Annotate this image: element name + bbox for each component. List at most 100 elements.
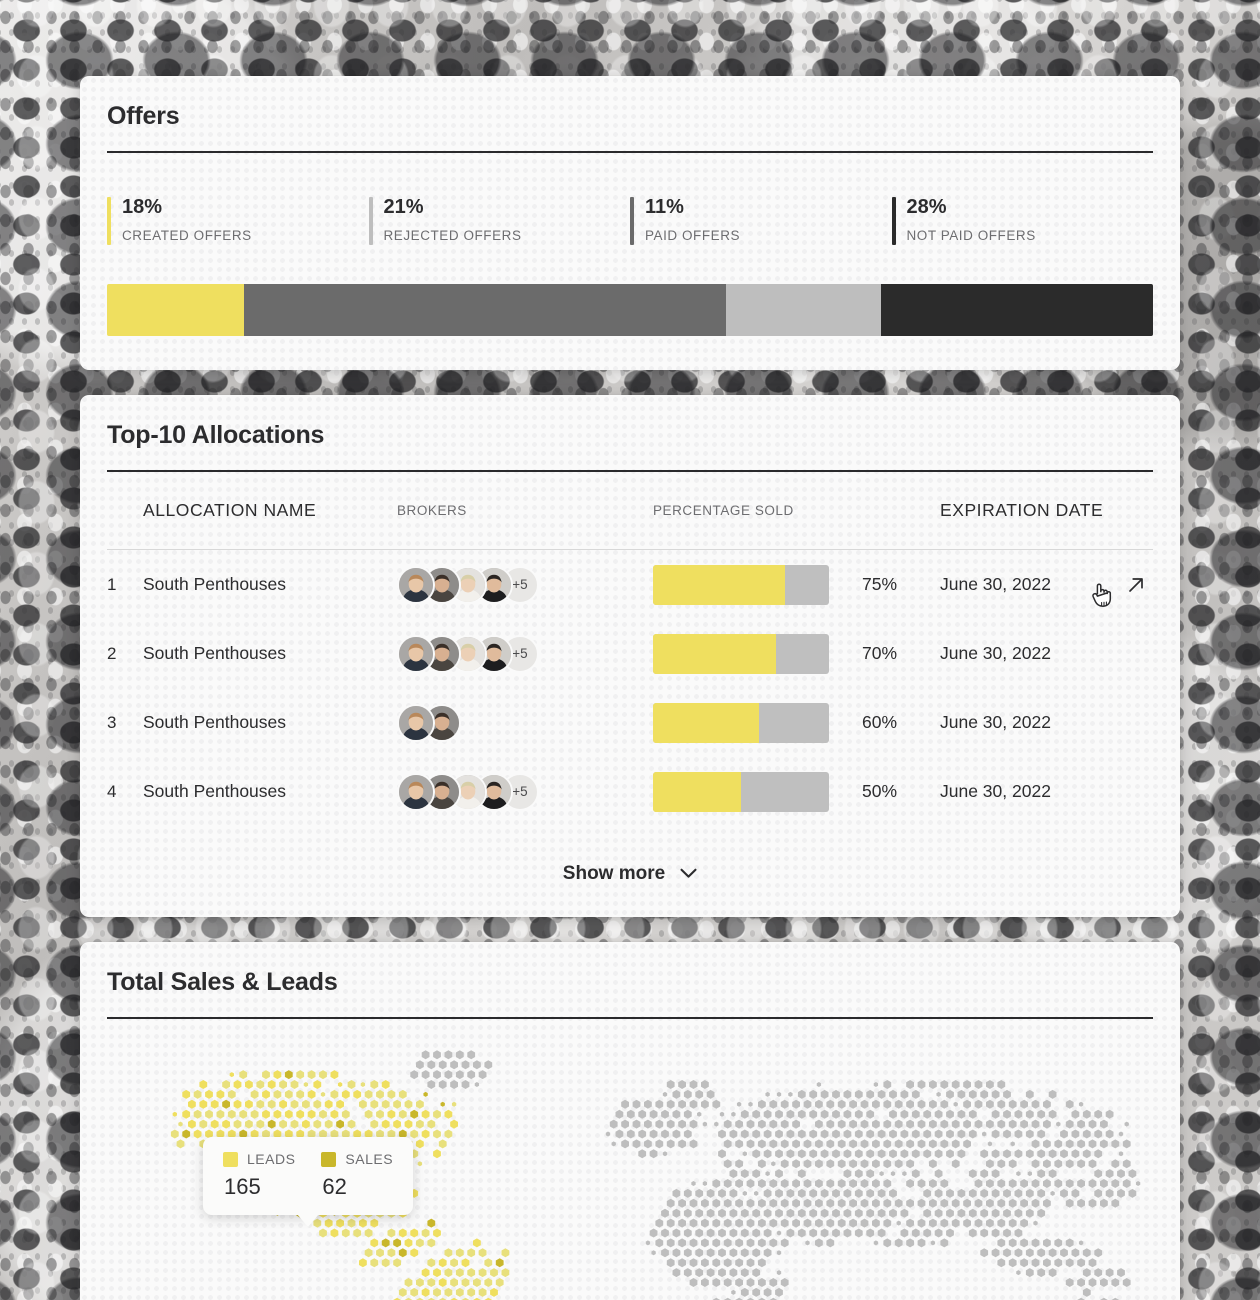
avatar: [397, 634, 435, 673]
stat-value-paid: 11%: [645, 196, 684, 218]
map-card-title: Total Sales & Leads: [107, 968, 338, 996]
chevron-down-icon: [680, 863, 697, 885]
stat-paid-offers: 11% PAID OFFERS: [630, 195, 892, 245]
percentage-sold-bar: [653, 564, 829, 605]
row-brokers: [397, 703, 653, 742]
tooltip-leads-value: 165: [224, 1174, 261, 1199]
show-more-wrap: Show more: [107, 826, 1153, 917]
row-expiration-date: June 30, 2022: [940, 781, 1051, 801]
row-allocation-name: South Penthouses: [143, 712, 287, 732]
open-allocation-arrow-icon[interactable]: [1125, 574, 1147, 596]
allocations-rows: 1 South Penthouses +5 75% June 30, 2022 2 Sout…: [107, 550, 1153, 826]
offers-stats-row: 18% CREATED OFFERS 21% REJECTED OFFERS 1…: [107, 195, 1154, 245]
stat-value-created: 18%: [122, 196, 163, 218]
offers-title-divider: [107, 151, 1153, 153]
stacked-segment-rejected: [244, 284, 727, 336]
row-allocation-name: South Penthouses: [143, 643, 287, 663]
avatar-group[interactable]: [397, 703, 653, 742]
percentage-sold-bar: [653, 633, 829, 674]
world-dot-map[interactable]: LEADS 165 SALES 62: [107, 1047, 1153, 1300]
column-header-allocation-name: ALLOCATION NAME: [143, 500, 317, 520]
percentage-sold-bar: [653, 702, 829, 743]
row-rank: 1: [107, 574, 117, 594]
map-tooltip: LEADS 165 SALES 62: [203, 1137, 414, 1227]
row-percentage-sold: 75%: [653, 564, 940, 605]
allocations-card-title: Top-10 Allocations: [107, 421, 325, 449]
column-header-expiration-date: EXPIRATION DATE: [940, 500, 1104, 520]
stat-label-paid: PAID OFFERS: [645, 228, 741, 243]
percentage-sold-label: 60%: [862, 712, 898, 732]
percentage-sold-fill: [653, 771, 741, 812]
percentage-sold-label: 70%: [862, 643, 898, 663]
percentage-sold-bar: [653, 771, 829, 812]
stat-accent-bar-rejected: [368, 197, 373, 245]
offers-card: Offers 18% CREATED OFFERS 21% REJECTED O…: [80, 76, 1180, 370]
offers-card-title: Offers: [107, 102, 180, 130]
percentage-sold-fill: [653, 564, 785, 605]
stat-value-rejected: 21%: [383, 196, 424, 218]
percentage-sold-fill: [653, 702, 759, 743]
avatar-group[interactable]: +5: [397, 634, 653, 673]
table-row[interactable]: 1 South Penthouses +5 75% June 30, 2022: [107, 550, 1153, 619]
row-brokers: +5: [397, 565, 653, 604]
row-percentage-sold: 70%: [653, 633, 940, 674]
column-header-brokers: BROKERS: [397, 503, 467, 518]
stacked-segment-not-paid: [881, 284, 1153, 336]
row-expiration-date: June 30, 2022: [940, 643, 1051, 663]
stat-rejected-offers: 21% REJECTED OFFERS: [368, 195, 631, 245]
tooltip-sales-label: SALES: [345, 1151, 394, 1167]
tooltip-leads-head: LEADS: [223, 1151, 295, 1167]
stat-label-not-paid: NOT PAID OFFERS: [906, 228, 1036, 243]
show-more-label: Show more: [562, 863, 666, 884]
percentage-sold-label: 75%: [862, 574, 898, 594]
row-brokers: +5: [397, 634, 653, 673]
dashboard-stage: Offers 18% CREATED OFFERS 21% REJECTED O…: [0, 0, 1260, 1300]
map-title-divider: [107, 1017, 1153, 1019]
leads-swatch-icon: [223, 1151, 238, 1167]
stat-value-not-paid: 28%: [906, 196, 947, 218]
show-more-button[interactable]: Show more: [563, 863, 697, 885]
tooltip-sales-value: 62: [322, 1174, 347, 1199]
offers-stacked-bar: [107, 284, 1153, 336]
stat-label-created: CREATED OFFERS: [122, 228, 252, 243]
stat-accent-bar-not-paid: [891, 197, 896, 245]
table-row[interactable]: 4 South Penthouses +5 50% June 30, 2022: [107, 757, 1153, 826]
stat-created-offers: 18% CREATED OFFERS: [107, 195, 369, 245]
map-tooltip-legend: LEADS 165 SALES 62: [223, 1151, 393, 1200]
row-rank: 4: [107, 781, 117, 801]
row-expiration-date: June 30, 2022: [940, 712, 1051, 732]
avatar: [397, 565, 435, 604]
row-allocation-name: South Penthouses: [143, 781, 287, 801]
avatar: [397, 703, 435, 742]
row-allocation-name: South Penthouses: [143, 574, 287, 594]
percentage-sold-label: 50%: [862, 781, 898, 801]
tooltip-sales-head: SALES: [321, 1151, 393, 1167]
sales-swatch-icon: [321, 1151, 337, 1167]
stat-not-paid-offers: 28% NOT PAID OFFERS: [891, 195, 1154, 245]
stat-label-rejected: REJECTED OFFERS: [383, 228, 522, 243]
total-sales-leads-card: Total Sales & Leads LEADS 165 SALES 62: [80, 942, 1180, 1300]
avatar-group[interactable]: +5: [397, 565, 653, 604]
allocations-card: Top-10 Allocations ALLOCATION NAME BROKE…: [80, 395, 1180, 917]
row-rank: 2: [107, 643, 117, 663]
stacked-segment-created: [107, 284, 245, 336]
tooltip-leads: LEADS 165: [223, 1151, 295, 1200]
allocations-table-header: ALLOCATION NAME BROKERS PERCENTAGE SOLD …: [107, 472, 1153, 550]
avatar: [397, 772, 435, 811]
percentage-sold-fill: [653, 633, 777, 674]
stacked-segment-paid: [726, 284, 882, 336]
tooltip-leads-label: LEADS: [247, 1151, 296, 1167]
row-rank: 3: [107, 712, 117, 732]
table-row[interactable]: 2 South Penthouses +5 70% June 30, 2022: [107, 619, 1153, 688]
stat-accent-bar-paid: [630, 197, 634, 245]
column-header-percentage-sold: PERCENTAGE SOLD: [653, 503, 794, 518]
tooltip-sales: SALES 62: [321, 1151, 393, 1200]
stat-accent-bar-created: [107, 197, 111, 245]
avatar-group[interactable]: +5: [397, 772, 653, 811]
hand-cursor-icon: [1089, 581, 1113, 609]
row-percentage-sold: 60%: [653, 702, 940, 743]
allocations-table: ALLOCATION NAME BROKERS PERCENTAGE SOLD …: [107, 472, 1153, 826]
row-percentage-sold: 50%: [653, 771, 940, 812]
row-brokers: +5: [397, 772, 653, 811]
table-row[interactable]: 3 South Penthouses 60% June 30, 2022: [107, 688, 1153, 757]
